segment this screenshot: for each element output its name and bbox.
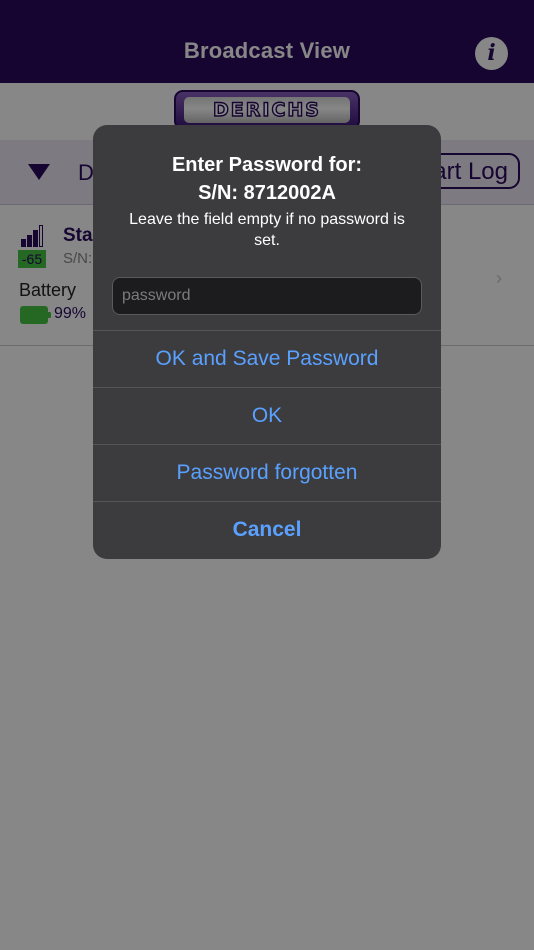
ok-and-save-password-button[interactable]: OK and Save Password (93, 330, 441, 387)
password-forgotten-button[interactable]: Password forgotten (93, 444, 441, 501)
alert-title-line: Enter Password for: (171, 154, 363, 176)
cancel-button[interactable]: Cancel (93, 501, 441, 558)
alert-serial-number: S/N: 8712002A (198, 182, 336, 204)
password-input[interactable] (112, 277, 422, 315)
password-alert-dialog: Enter Password for: S/N: 8712002A Leave … (93, 125, 441, 559)
alert-title: Enter Password for: S/N: 8712002A (103, 151, 431, 207)
ok-button[interactable]: OK (93, 387, 441, 444)
alert-message: Leave the field empty if no password is … (129, 211, 405, 249)
